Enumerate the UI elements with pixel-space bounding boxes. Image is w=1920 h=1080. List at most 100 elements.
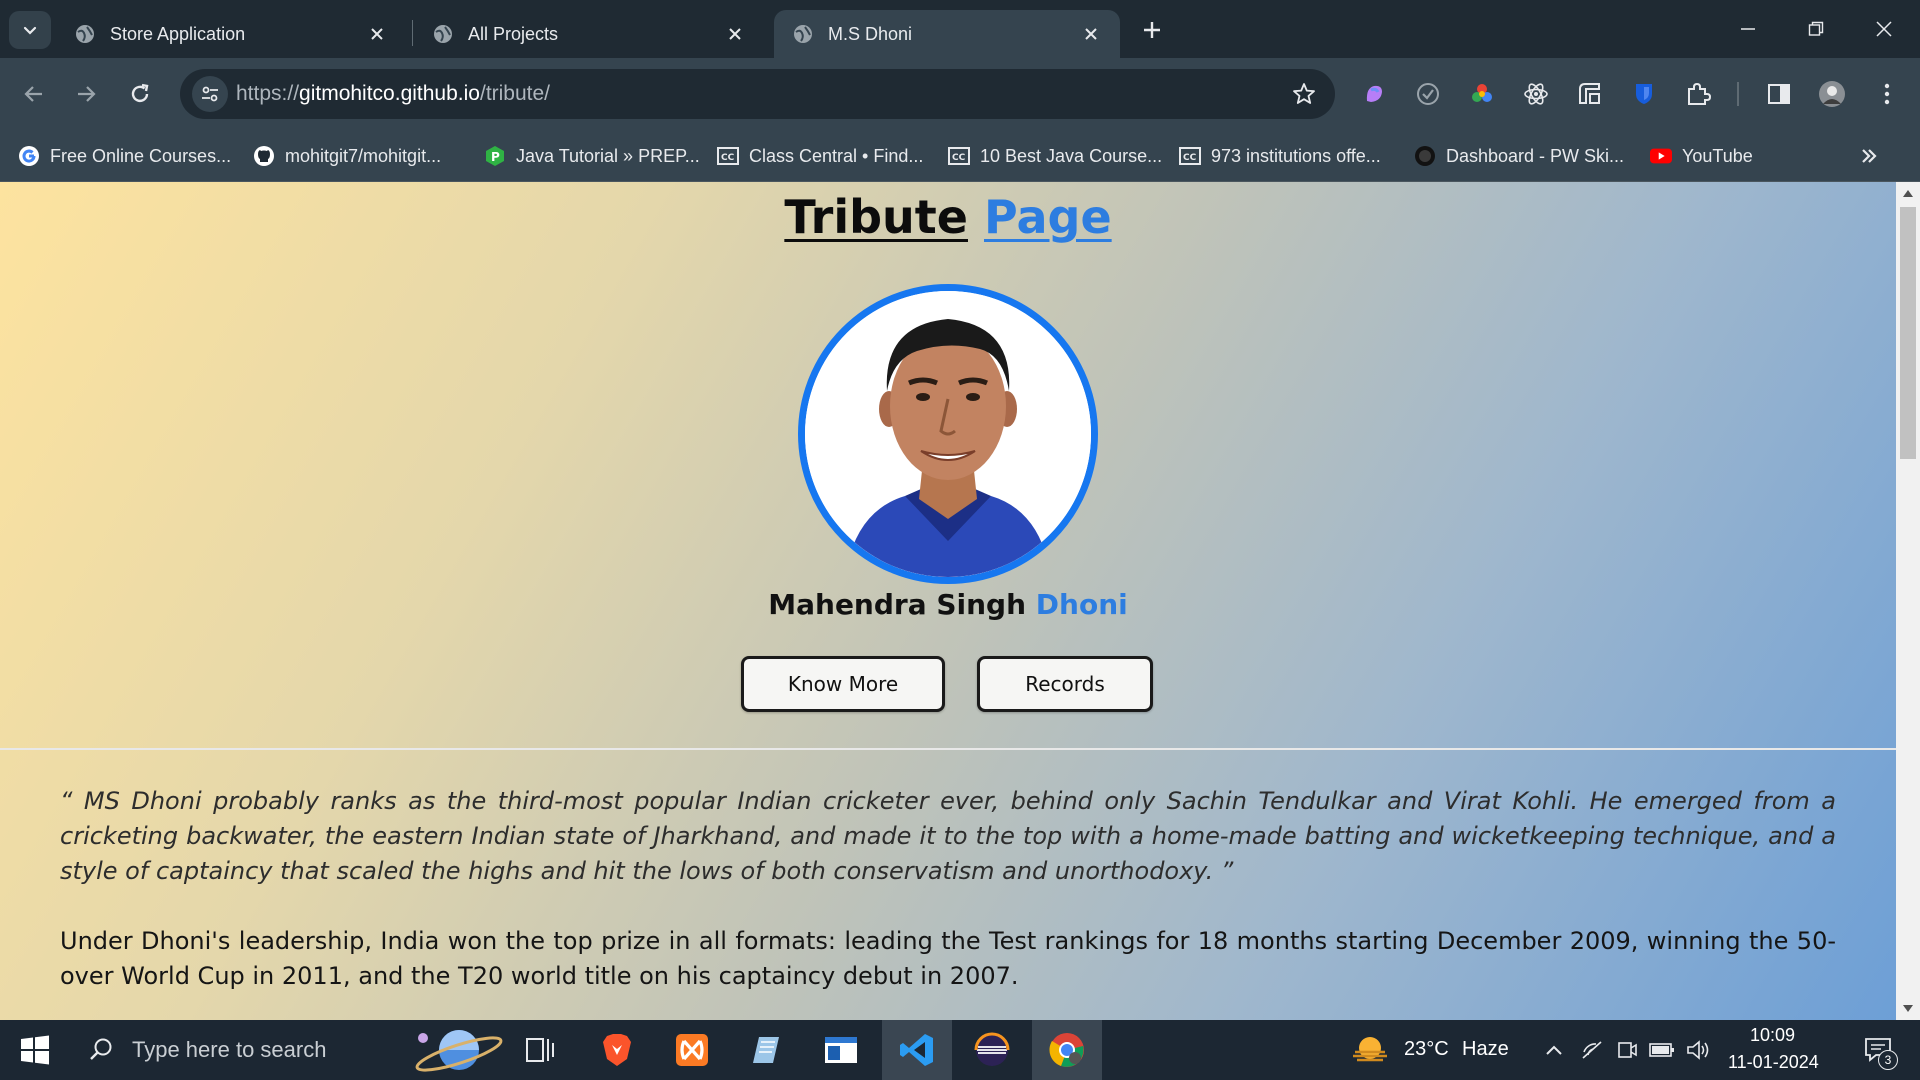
bookmark-pw-skills[interactable]: Dashboard - PW Ski... [1414,130,1624,182]
browser-toolbar: https://gitmohitco.github.io/tribute/ [0,58,1920,130]
svg-text:P: P [491,150,500,164]
portrait-illustration [805,291,1091,577]
restore-button[interactable] [1782,0,1850,58]
forward-button[interactable] [68,76,104,112]
youtube-icon [1650,145,1672,167]
tab-separator [412,20,413,46]
url-host: gitmohitco.github.io [299,82,480,105]
close-icon[interactable] [366,23,388,45]
clock[interactable]: 10:09 11-01-2024 [1720,1020,1830,1080]
svg-text:CC: CC [1183,153,1197,163]
close-icon[interactable] [1080,23,1102,45]
url-text: https://gitmohitco.github.io/tribute/ [236,82,550,106]
chrome-icon[interactable] [1032,1020,1102,1080]
bookmark-973-institutions[interactable]: CC 973 institutions offe... [1179,130,1381,182]
extension-check-icon[interactable] [1414,80,1442,108]
notifications-button[interactable]: 3 [1848,1020,1908,1080]
tab-title: Store Application [110,23,246,44]
weather-temperature: 23°C [1404,1038,1449,1060]
scrollbar-thumb[interactable] [1900,207,1916,459]
battery-icon[interactable] [1644,1020,1680,1080]
extension-bitwarden-icon[interactable] [1630,80,1658,108]
show-hidden-icons-chevron-up-icon[interactable] [1534,1020,1574,1080]
chevron-down-icon [23,26,37,35]
brave-browser-icon[interactable] [582,1020,652,1080]
extension-copilot-icon[interactable] [1360,80,1388,108]
side-panel-icon[interactable] [1765,80,1793,108]
task-view-icon[interactable] [505,1020,575,1080]
clock-date: 11-01-2024 [1728,1052,1819,1072]
google-icon [18,145,40,167]
address-bar[interactable]: https://gitmohitco.github.io/tribute/ [180,69,1335,119]
player-first-name: Mahendra Singh [768,588,1027,621]
meet-now-icon[interactable] [1610,1020,1644,1080]
svg-text:CC: CC [721,153,735,163]
new-tab-button[interactable] [1136,14,1168,46]
bookmark-free-online-courses[interactable]: Free Online Courses... [18,130,231,182]
bookmark-mohitgit7[interactable]: mohitgit7/mohitgit... [253,130,441,182]
tribute-quote: “ MS Dhoni probably ranks as the third-m… [60,787,1836,885]
clock-time: 10:09 [1750,1025,1796,1045]
prepinsta-icon: P [484,145,506,167]
svg-text:CC: CC [952,153,966,163]
back-button[interactable] [16,76,52,112]
url-path: /tribute/ [479,82,551,105]
scroll-up-arrow-icon[interactable] [1902,188,1914,198]
extension-react-devtools-icon[interactable] [1522,80,1550,108]
weather-icon[interactable] [1340,1020,1400,1080]
taskbar-search-box[interactable]: Type here to search [88,1020,326,1080]
minimize-button[interactable] [1714,0,1782,58]
scroll-down-arrow-icon[interactable] [1902,1004,1914,1014]
github-icon [253,145,275,167]
extension-color-wheel-icon[interactable] [1468,80,1496,108]
site-info-button[interactable] [192,76,228,112]
bookmark-java-tutorial[interactable]: P Java Tutorial » PREP... [484,130,700,182]
window-app-icon[interactable] [806,1020,876,1080]
bookmark-youtube[interactable]: YouTube [1650,130,1753,182]
toolbar-divider [1737,82,1739,106]
tab-title: All Projects [468,23,559,44]
extension-screen-reader-icon[interactable] [1576,80,1604,108]
reload-icon [131,83,149,103]
bookmarks-bar: Free Online Courses... mohitgit7/mohitgi… [0,130,1920,182]
tab-strip: Store Application All Projects M.S Dhoni [0,0,1920,58]
profile-avatar[interactable] [1818,80,1846,108]
bookmark-label: Dashboard - PW Ski... [1446,145,1625,166]
bookmark-best-java-courses[interactable]: CC 10 Best Java Course... [948,130,1162,182]
close-icon[interactable] [724,23,746,45]
bookmark-label: mohitgit7/mohitgit... [285,145,442,166]
xampp-icon[interactable] [657,1020,727,1080]
bookmark-label: YouTube [1682,145,1753,166]
windows-logo-icon [21,1035,49,1065]
tab-store-application[interactable]: Store Application [56,10,406,58]
tab-search-button[interactable] [9,11,51,49]
eclipse-icon[interactable] [957,1020,1027,1080]
bookmark-label: 973 institutions offe... [1211,145,1381,166]
notepad-icon[interactable] [731,1020,801,1080]
search-highlight-planet-icon[interactable] [400,1020,510,1080]
reload-button[interactable] [122,76,158,112]
menu-kebab-icon[interactable] [1873,80,1901,108]
vscode-icon[interactable] [882,1020,952,1080]
plus-icon [1144,22,1160,38]
records-button[interactable]: Records [977,656,1153,712]
network-icon[interactable] [1574,1020,1610,1080]
leadership-paragraph: Under Dhoni's leadership, India won the … [60,927,1836,990]
bookmark-class-central[interactable]: CC Class Central • Find... [717,130,923,182]
page-title-part1: Tribute [784,190,968,244]
close-window-button[interactable] [1850,0,1918,58]
tab-title: M.S Dhoni [828,23,913,44]
know-more-button[interactable]: Know More [741,656,945,712]
extensions-puzzle-icon[interactable] [1684,80,1712,108]
volume-icon[interactable] [1680,1020,1716,1080]
taskbar-search-placeholder: Type here to search [132,1037,327,1062]
minimize-icon [1741,28,1755,30]
more-bookmarks-button[interactable] [1860,130,1878,182]
tab-ms-dhoni[interactable]: M.S Dhoni [774,10,1120,58]
arrow-right-icon [78,86,96,102]
start-button[interactable] [0,1020,70,1080]
class-central-icon: CC [717,145,739,167]
windows-taskbar: Type here to search 23°C Haze 10:09 11-0… [0,1020,1920,1080]
tab-all-projects[interactable]: All Projects [414,10,764,58]
bookmark-star-button[interactable] [1291,81,1317,107]
